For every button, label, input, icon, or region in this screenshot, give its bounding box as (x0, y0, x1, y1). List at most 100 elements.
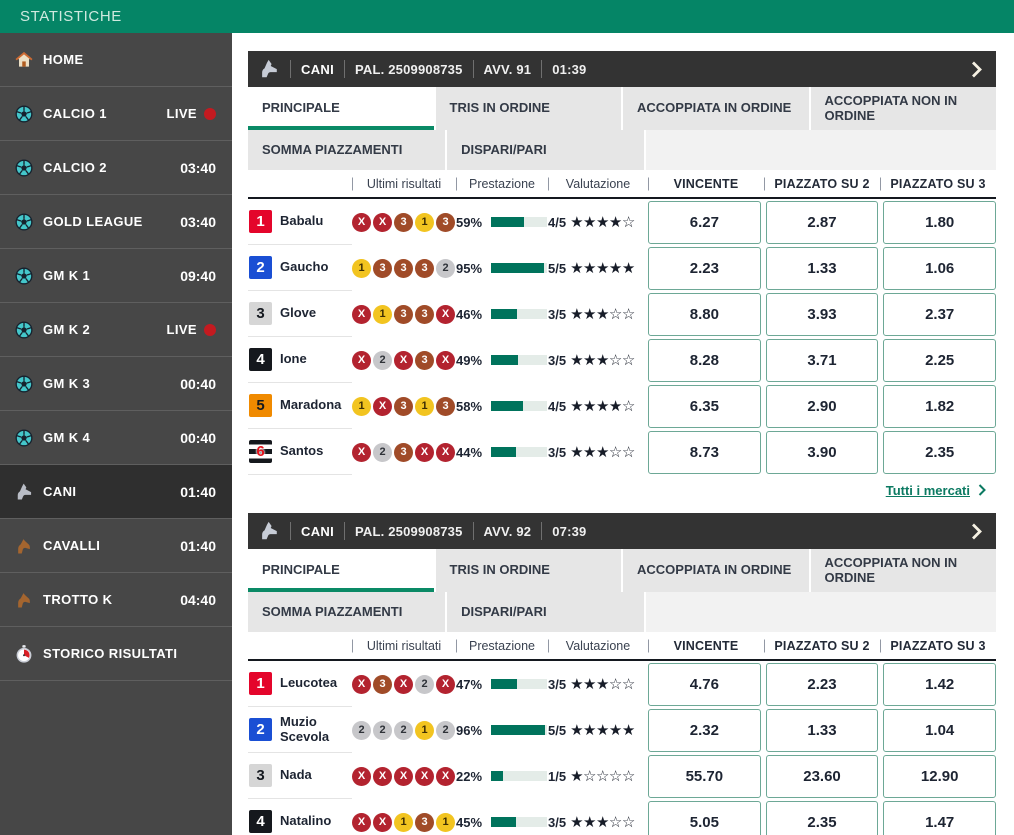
result-badge: X (436, 674, 455, 694)
result-badge: X (436, 766, 455, 786)
event-countdown: 03:40 (180, 159, 216, 176)
sidebar-item-gold-league[interactable]: GOLD LEAGUE 03:40 (0, 195, 232, 249)
performance: 58% (456, 399, 548, 414)
odds-button[interactable]: 1.42 (883, 662, 997, 706)
column-header-vincente: VINCENTE (648, 632, 764, 659)
column-header-spacer (248, 632, 352, 659)
tab-somma-piazzamenti[interactable]: SOMMA PIAZZAMENTI (248, 130, 446, 170)
tab-somma-piazzamenti[interactable]: SOMMA PIAZZAMENTI (248, 592, 446, 632)
valuation-ratio: 5/5 (548, 722, 567, 738)
odds-button[interactable]: 3.90 (765, 430, 879, 474)
odds-button[interactable]: 55.70 (648, 754, 761, 798)
odds-button[interactable]: 1.04 (883, 708, 997, 752)
tabs-row-1: PRINCIPALE TRIS IN ORDINE ACCOPPIATA IN OR… (248, 549, 996, 592)
star-rating: ★★★☆☆ (570, 306, 635, 323)
tab-accoppiata-non-in-ordine[interactable]: ACCOPPIATA NON IN ORDINE (810, 549, 996, 592)
odds-button[interactable]: 2.37 (883, 292, 997, 336)
runner-name: Nada (280, 767, 312, 783)
trap-number-badge: 6 (249, 440, 272, 463)
odds-button[interactable]: 1.80 (883, 200, 997, 244)
sidebar-item-trotto-k[interactable]: TROTTO K 04:40 (0, 573, 232, 627)
odds-button[interactable]: 2.23 (648, 246, 761, 290)
odds-button[interactable]: 3.71 (765, 338, 879, 382)
sidebar-item-gm-k-2[interactable]: GM K 2 LIVE (0, 303, 232, 357)
odds-button[interactable]: 4.76 (648, 662, 761, 706)
odds-button[interactable]: 2.87 (765, 200, 879, 244)
odds-button[interactable]: 2.35 (765, 800, 879, 835)
sidebar-item-home[interactable]: HOME (0, 33, 232, 87)
performance-percent: 49% (456, 352, 483, 368)
performance-percent: 46% (456, 306, 483, 322)
result-badge: X (394, 674, 413, 694)
sidebar-item-calcio-1[interactable]: CALCIO 1 LIVE (0, 87, 232, 141)
star-rating: ★★★★☆ (570, 214, 635, 231)
race-panel-header[interactable]: CANI PAL. 2509908735 AVV. 91 01:39 (248, 51, 996, 87)
odds-button[interactable]: 12.90 (883, 754, 997, 798)
odds-button[interactable]: 23.60 (765, 754, 879, 798)
tab-principale[interactable]: PRINCIPALE (248, 549, 434, 592)
chevron-right-icon[interactable] (971, 523, 982, 540)
column-header-valutazione: Valutazione (548, 170, 648, 197)
result-badge: 3 (394, 396, 413, 416)
column-header-piazzato-su-3: PIAZZATO SU 3 (880, 170, 996, 197)
tab-dispari-pari[interactable]: DISPARI/PARI (447, 592, 645, 632)
tab-accoppiata-non-in-ordine[interactable]: ACCOPPIATA NON IN ORDINE (810, 87, 996, 130)
odds-button[interactable]: 1.82 (883, 384, 997, 428)
sidebar-item-calcio-2[interactable]: CALCIO 2 03:40 (0, 141, 232, 195)
odds-button[interactable]: 1.33 (765, 708, 879, 752)
valuation: 3/5 ★★★☆☆ (548, 305, 648, 323)
home-icon (14, 50, 34, 70)
chevron-right-icon[interactable] (971, 61, 982, 78)
tab-tris-in-ordine[interactable]: TRIS IN ORDINE (435, 549, 621, 592)
race-panel-header[interactable]: CANI PAL. 2509908735 AVV. 92 07:39 (248, 513, 996, 549)
column-header-prestazione: Prestazione (456, 170, 548, 197)
result-badge: 2 (373, 720, 392, 740)
tab-principale[interactable]: PRINCIPALE (248, 87, 434, 130)
odds-button[interactable]: 8.80 (648, 292, 761, 336)
sidebar-item-storico-risultati[interactable]: STORICO RISULTATI (0, 627, 232, 681)
odds-button[interactable]: 2.35 (883, 430, 997, 474)
performance: 96% (456, 723, 548, 738)
tab-tris-in-ordine[interactable]: TRIS IN ORDINE (435, 87, 621, 130)
odds-button[interactable]: 1.47 (883, 800, 997, 835)
soccer-icon (14, 104, 34, 124)
result-badge: X (352, 812, 371, 832)
odds-button[interactable]: 5.05 (648, 800, 761, 835)
all-markets-chevron-icon[interactable] (978, 484, 986, 496)
sidebar-item-cani[interactable]: CANI 01:40 (0, 465, 232, 519)
tab-dispari-pari[interactable]: DISPARI/PARI (447, 130, 645, 170)
all-markets-link[interactable]: Tutti i mercati (886, 483, 970, 498)
tab-accoppiata-in-ordine[interactable]: ACCOPPIATA IN ORDINE (623, 87, 809, 130)
valuation: 5/5 ★★★★★ (548, 259, 648, 277)
sidebar-item-gm-k-3[interactable]: GM K 3 00:40 (0, 357, 232, 411)
runner-rows: 1 Leucotea X3X2X 47% 3/5 ★★★☆☆ 4.76 2.23 1… (248, 661, 997, 835)
odds-button[interactable]: 1.33 (765, 246, 879, 290)
performance-percent: 95% (456, 260, 483, 276)
sidebar-item-cavalli[interactable]: CAVALLI 01:40 (0, 519, 232, 573)
odds-button[interactable]: 8.28 (648, 338, 761, 382)
odds-button[interactable]: 2.23 (765, 662, 879, 706)
sidebar: HOME CALCIO 1 LIVE CALCIO 2 03:40 GOLD L… (0, 33, 232, 835)
odds-button[interactable]: 2.90 (765, 384, 879, 428)
odds-button[interactable]: 2.32 (648, 708, 761, 752)
result-badge: X (352, 442, 371, 462)
column-header-piazzato-su-3: PIAZZATO SU 3 (880, 632, 996, 659)
event-number: AVV. 92 (483, 523, 532, 539)
odds-button[interactable]: 2.25 (883, 338, 997, 382)
odds-button[interactable]: 6.35 (648, 384, 761, 428)
runner-name: Ione (280, 351, 307, 367)
odds-button[interactable]: 8.73 (648, 430, 761, 474)
sidebar-item-gm-k-4[interactable]: GM K 4 00:40 (0, 411, 232, 465)
odds-button[interactable]: 6.27 (648, 200, 761, 244)
odds-button[interactable]: 3.93 (765, 292, 879, 336)
odds-buttons: 4.76 2.23 1.42 (648, 662, 997, 706)
soccer-icon (14, 158, 34, 178)
odds-buttons: 2.32 1.33 1.04 (648, 708, 997, 752)
runner-name: Glove (280, 305, 317, 321)
sidebar-item-gm-k-1[interactable]: GM K 1 09:40 (0, 249, 232, 303)
valuation: 5/5 ★★★★★ (548, 721, 648, 739)
star-rating: ★★★★★ (570, 260, 635, 277)
tab-accoppiata-in-ordine[interactable]: ACCOPPIATA IN ORDINE (623, 549, 809, 592)
event-countdown: 04:40 (180, 591, 216, 608)
odds-button[interactable]: 1.06 (883, 246, 997, 290)
